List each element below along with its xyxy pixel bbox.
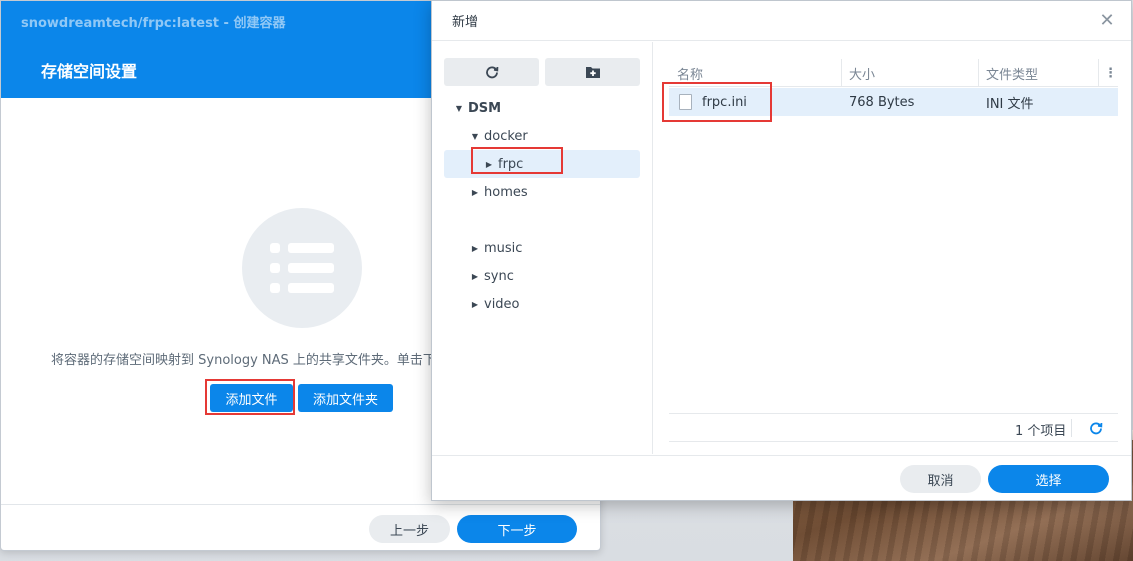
dialog-footer: 取消 选择	[432, 455, 1131, 501]
refresh-icon	[485, 66, 498, 79]
step-title: 存储空间设置	[41, 61, 138, 81]
tree-node-video[interactable]: ▶ video	[468, 290, 520, 318]
caret-right-icon: ▶	[471, 271, 479, 281]
add-file-dialog: 新增 ✕ ▼ DSM ▼ docker ▶ frpc ▶ homes ▶ mus…	[431, 0, 1132, 501]
file-name-cell: frpc.ini	[679, 88, 747, 116]
column-options-icon[interactable]: ⋮	[1098, 59, 1118, 87]
caret-down-icon: ▼	[455, 103, 463, 113]
dialog-titlebar[interactable]: 新增 ✕	[432, 1, 1131, 41]
refresh-icon[interactable]	[1089, 421, 1103, 435]
file-row[interactable]: frpc.ini 768 Bytes INI 文件	[669, 88, 1118, 116]
close-icon[interactable]: ✕	[1097, 11, 1117, 31]
tree-node-frpc[interactable]: ▶ frpc	[482, 150, 523, 178]
select-button[interactable]: 选择	[988, 465, 1109, 493]
item-count: 1 个项目	[1015, 424, 1067, 439]
caret-right-icon: ▶	[471, 299, 479, 309]
caret-right-icon: ▶	[485, 159, 493, 169]
file-icon	[679, 94, 692, 110]
refresh-button[interactable]	[444, 58, 539, 86]
tree-node-docker[interactable]: ▼ docker	[468, 122, 528, 150]
new-folder-button[interactable]	[545, 58, 640, 86]
add-folder-button[interactable]: 添加文件夹	[298, 384, 393, 412]
column-header-type[interactable]: 文件类型	[978, 59, 1098, 87]
list-placeholder-icon	[242, 208, 362, 328]
next-step-button[interactable]: 下一步	[457, 515, 577, 543]
tree-node-dsm[interactable]: ▼ DSM	[452, 94, 501, 122]
column-header-name[interactable]: 名称	[669, 59, 841, 87]
dialog-title: 新增	[452, 15, 479, 30]
tree-selection-bg	[444, 150, 640, 178]
folder-tree-pane: ▼ DSM ▼ docker ▶ frpc ▶ homes ▶ music ▶ …	[432, 42, 653, 454]
add-file-button[interactable]: 添加文件	[210, 384, 293, 412]
new-folder-icon	[585, 67, 600, 78]
file-list-pane: 名称 大小 文件类型 ⋮ frpc.ini 768 Bytes INI 文件 1…	[654, 42, 1132, 454]
file-size-cell: 768 Bytes	[849, 94, 915, 110]
caret-right-icon: ▶	[471, 187, 479, 197]
prev-step-button[interactable]: 上一步	[369, 515, 450, 543]
column-header-size[interactable]: 大小	[841, 59, 978, 87]
wizard-footer: 上一步 下一步	[1, 504, 600, 550]
file-list-status: 1 个项目	[669, 413, 1118, 442]
storage-description: 将容器的存储空间映射到 Synology NAS 上的共享文件夹。单击下	[51, 353, 433, 368]
tree-node-sync[interactable]: ▶ sync	[468, 262, 514, 290]
file-type-cell: INI 文件	[986, 96, 1034, 112]
tree-node-music[interactable]: ▶ music	[468, 234, 523, 262]
caret-right-icon: ▶	[471, 243, 479, 253]
window-title: snowdreamtech/frpc:latest - 创建容器	[21, 15, 286, 31]
tree-node-homes[interactable]: ▶ homes	[468, 178, 528, 206]
file-list-header: 名称 大小 文件类型 ⋮	[669, 59, 1118, 87]
cancel-button[interactable]: 取消	[900, 465, 981, 493]
caret-down-icon: ▼	[471, 131, 479, 141]
